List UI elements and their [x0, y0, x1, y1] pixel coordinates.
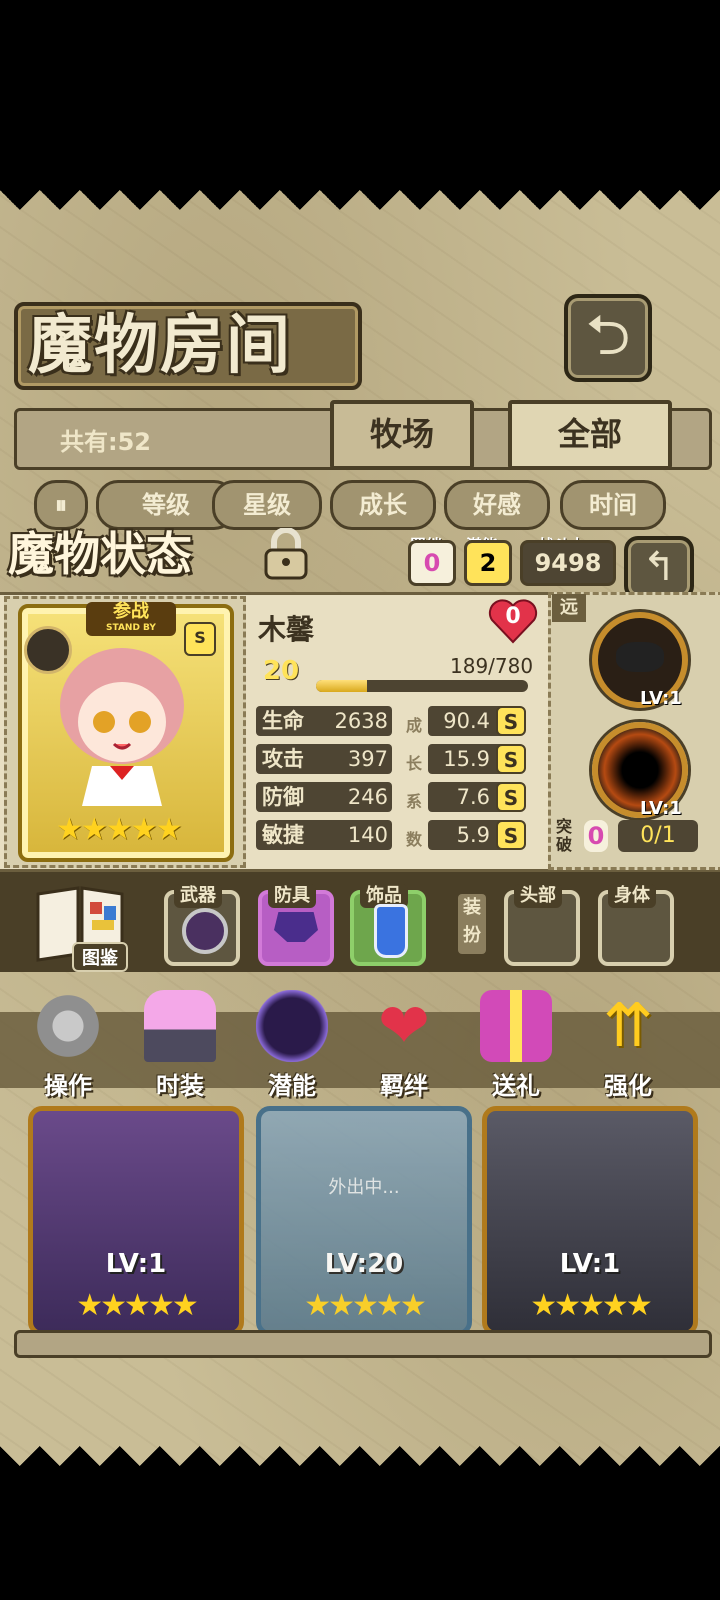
return-arrow-icon: ⮌ — [585, 303, 631, 368]
affection-value: 0 — [505, 604, 521, 629]
class-emblem-icon — [24, 626, 72, 674]
outfit-icon — [144, 990, 216, 1062]
head-slot[interactable]: 头部 — [504, 884, 580, 966]
action-bond[interactable]: ❤ 羁绊 — [358, 990, 450, 1101]
skill-level: LV:1 — [640, 798, 682, 819]
standby-sub-label: STAND BY — [106, 623, 156, 633]
breakthrough-label: 突破 — [556, 817, 573, 854]
crystal-armor-icon — [274, 912, 318, 942]
card-stars: ★★★★★ — [304, 1288, 426, 1323]
close-status-button[interactable]: ↰ — [624, 536, 694, 600]
monster-name: 木馨 — [258, 613, 315, 646]
stat-value: 246 — [347, 785, 388, 809]
stat-rank: S — [496, 820, 526, 850]
gift-icon — [480, 990, 552, 1062]
growth-char: 成 — [406, 716, 423, 735]
weapon-slot[interactable]: 武器 — [164, 884, 240, 966]
stat-rank: S — [496, 706, 526, 736]
skill-level: LV:1 — [640, 688, 682, 709]
rarity-stars: ★★★★★ — [56, 812, 182, 847]
action-outfit[interactable]: 时装 — [134, 990, 226, 1101]
range-label: 远 — [552, 594, 586, 622]
growth-char: 长 — [406, 754, 423, 773]
accessory-slot[interactable]: 饰品 — [350, 884, 426, 966]
head-label: 头部 — [514, 884, 562, 908]
growth-char: 数 — [406, 830, 423, 849]
sort-affection-button[interactable]: 好感 — [444, 480, 550, 530]
level-badge: 20 — [262, 656, 300, 686]
stat-rank: S — [496, 782, 526, 812]
sort-growth-button[interactable]: 成长 — [330, 480, 436, 530]
gear-icon — [32, 990, 104, 1062]
card-level: LV:1 — [105, 1249, 167, 1279]
exp-bar — [316, 680, 528, 692]
stat-rank: S — [496, 744, 526, 774]
compass-weapon-icon — [182, 908, 228, 954]
growth-char: 系 — [406, 792, 423, 811]
potential-value: 2 — [464, 540, 512, 586]
action-gift[interactable]: 送礼 — [470, 990, 562, 1101]
power-value: 9498 — [520, 540, 616, 586]
body-slot[interactable]: 身体 — [598, 884, 674, 966]
exp-text: 189/780 — [450, 654, 534, 678]
lock-icon[interactable] — [262, 528, 310, 580]
monster-card[interactable]: LV:1 ★★★★★ — [28, 1106, 244, 1336]
exp-fill — [316, 680, 367, 692]
breakthrough-value: 0 — [584, 820, 608, 852]
status-title: 魔物状态 — [8, 527, 192, 581]
breakthrough-progress: 0/1 — [618, 820, 698, 852]
body-label: 身体 — [608, 884, 656, 908]
standby-badge: 参战 STAND BY — [86, 602, 176, 636]
skill-icon — [616, 642, 664, 672]
pause-sort-icon: ⏸ — [55, 491, 67, 519]
page-title: 魔物房间 — [28, 309, 292, 383]
monster-card[interactable]: 外出中... LV:20 ★★★★★ — [256, 1106, 472, 1336]
sort-time-button[interactable]: 时间 — [560, 480, 666, 530]
standby-label: 参战 — [113, 601, 149, 622]
stat-value: 397 — [347, 747, 388, 771]
upgrade-arrows-icon: ⇈ — [602, 991, 654, 1061]
monster-card[interactable]: LV:1 ★★★★★ — [482, 1106, 698, 1336]
bond-value: 0 — [408, 540, 456, 586]
action-label: 潜能 — [268, 1072, 316, 1100]
monster-count: 共有:52 — [60, 428, 151, 456]
stat-value: 2638 — [334, 709, 388, 733]
hearts-icon: ❤ — [378, 989, 430, 1062]
game-screen: 魔物房间 ⮌ 共有:52 牧场 全部 ⏸ 等级 星级 成长 好感 时间 魔物状态… — [0, 190, 720, 1466]
breakthrough: 突破 0 0/1 — [556, 818, 706, 856]
bottom-border — [0, 1426, 720, 1466]
action-enhance[interactable]: ⇈ 强化 — [582, 990, 674, 1101]
tab-ranch[interactable]: 牧场 — [330, 400, 474, 470]
card-stars: ★★★★★ — [76, 1288, 198, 1323]
action-label: 操作 — [44, 1072, 92, 1100]
armor-slot[interactable]: 防具 — [258, 884, 334, 966]
action-label: 羁绊 — [380, 1072, 428, 1100]
action-potential[interactable]: 潜能 — [246, 990, 338, 1101]
tab-all[interactable]: 全部 — [508, 400, 672, 470]
card-level: LV:1 — [559, 1249, 621, 1279]
action-label: 送礼 — [492, 1072, 540, 1100]
sort-star-button[interactable]: 星级 — [212, 480, 322, 530]
card-stars: ★★★★★ — [530, 1288, 652, 1323]
bottom-strip — [14, 1330, 712, 1358]
return-arrow-icon: ↰ — [642, 544, 676, 590]
armor-label: 防具 — [268, 884, 316, 908]
stat-value: 140 — [347, 823, 388, 847]
outfit-toggle[interactable]: 装扮 — [458, 894, 486, 954]
action-operate[interactable]: 操作 — [22, 990, 114, 1101]
outing-label: 外出中... — [328, 1177, 400, 1198]
back-button[interactable]: ⮌ — [564, 294, 652, 382]
encyclopedia-label[interactable]: 图鉴 — [72, 942, 128, 972]
rank-badge: S — [184, 622, 216, 656]
demon-icon — [256, 990, 328, 1062]
action-label: 时装 — [156, 1072, 204, 1100]
action-label: 强化 — [604, 1072, 652, 1100]
card-level: LV:20 — [324, 1249, 404, 1279]
potion-bottle-icon — [374, 904, 408, 958]
weapon-label: 武器 — [174, 884, 222, 908]
top-border — [0, 190, 720, 230]
